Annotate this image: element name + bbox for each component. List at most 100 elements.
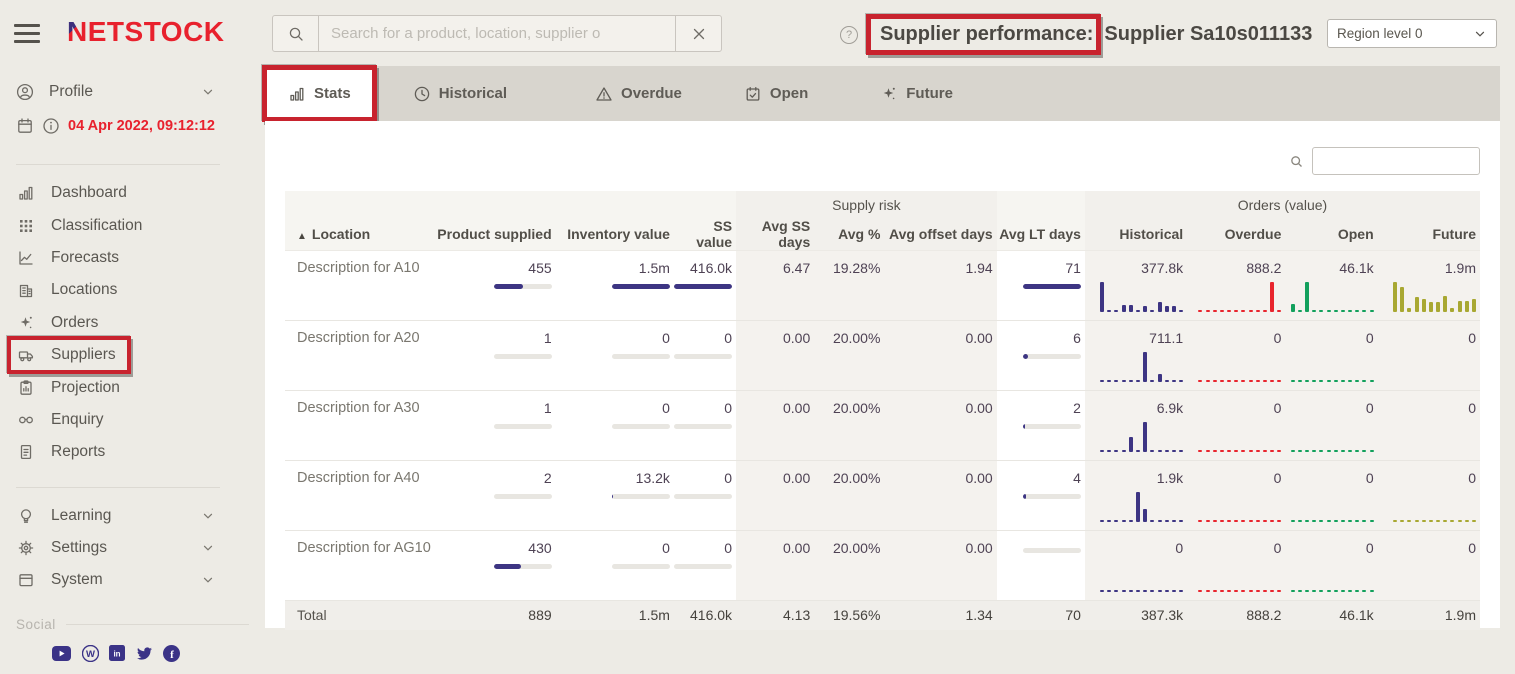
table-row[interactable]: Description for AG10430000.0020.00%0.000… (285, 531, 1480, 601)
youtube-icon[interactable] (52, 646, 71, 661)
tab-future[interactable]: Future (857, 66, 976, 121)
chevron-down-icon (201, 573, 215, 587)
column-header-label: Avg offset days (889, 226, 993, 242)
column-header-avg-ss-days[interactable]: Avg SS days (736, 218, 814, 251)
cell-value: 0 (556, 400, 674, 416)
sidebar-item-orders[interactable]: Orders (0, 307, 265, 339)
sidebar-item-enquiry[interactable]: Enquiry (0, 404, 265, 436)
progress-bar-fill (612, 494, 613, 499)
tab-overdue[interactable]: Overdue (572, 66, 705, 121)
spark-bar (1422, 299, 1426, 313)
avg-offset-days-cell: 1.94 (884, 251, 996, 321)
spark-bar (1213, 310, 1217, 312)
progress-bar (612, 424, 670, 429)
column-header-avg-lt-days[interactable]: Avg LT days (997, 218, 1085, 251)
table-row[interactable]: Description for A104551.5m416.0k6.4719.2… (285, 251, 1480, 321)
table-row[interactable]: Description for A301000.0020.00%0.0026.9… (285, 391, 1480, 461)
sidebar-item-locations[interactable]: Locations (0, 274, 265, 306)
inventory-value-cell: 0 (556, 391, 674, 461)
sidebar-divider (16, 487, 220, 488)
table-filter-input[interactable] (1312, 147, 1480, 175)
column-header-avg-[interactable]: Avg % (814, 218, 884, 251)
sidebar-item-classification[interactable]: Classification (0, 209, 265, 241)
cell-value: 6.9k (1085, 400, 1187, 416)
open-cell-sparkline (1285, 492, 1373, 522)
open-cell-sparkline (1285, 562, 1373, 592)
tab-stats[interactable]: Stats (265, 66, 374, 121)
spark-bar (1256, 380, 1260, 382)
sidebar-item-projection[interactable]: Projection (0, 371, 265, 403)
spark-bar (1305, 450, 1309, 452)
column-header-product-supplied[interactable]: Product supplied (435, 218, 555, 251)
open-cell: 0 (1285, 321, 1377, 391)
search-input[interactable] (319, 16, 675, 51)
sidebar-item-label: System (51, 571, 103, 589)
spark-bar (1122, 380, 1126, 382)
cell-value: 1.9m (1378, 260, 1480, 276)
progress-bar (494, 354, 552, 359)
spark-bar (1270, 282, 1274, 312)
twitter-icon[interactable] (136, 646, 153, 661)
tab-open[interactable]: Open (721, 66, 831, 121)
spark-bar (1241, 450, 1245, 452)
column-header-ss-value[interactable]: SS value (674, 218, 736, 251)
svg-text:W: W (86, 649, 95, 660)
spark-bar (1334, 310, 1338, 312)
linkedin-icon[interactable]: in (109, 645, 125, 661)
page-title: Supplier performance: Supplier Sa10s0111… (866, 13, 1312, 55)
table-row[interactable]: Description for A40213.2k00.0020.00%0.00… (285, 461, 1480, 531)
total-ss-value: 416.0k (674, 601, 736, 630)
spark-bar (1263, 310, 1267, 312)
sidebar-item-label: Reports (51, 443, 105, 461)
sidebar-item-system[interactable]: System (0, 564, 265, 596)
hamburger-menu-icon[interactable] (14, 24, 40, 43)
spark-bar (1198, 380, 1202, 382)
group-header-row: Supply risk Orders (value) (285, 191, 1480, 218)
spark-bar (1355, 380, 1359, 382)
cell-value: 0 (674, 540, 736, 556)
overdue-cell-sparkline (1187, 282, 1281, 312)
column-header-open[interactable]: Open (1285, 218, 1377, 251)
sidebar-item-forecasts[interactable]: Forecasts (0, 242, 265, 274)
sidebar-item-reports[interactable]: Reports (0, 436, 265, 468)
avg-pct-cell: 19.28% (814, 251, 884, 321)
column-header-location[interactable]: ▲Location (285, 218, 435, 251)
sidebar-item-learning[interactable]: Learning (0, 500, 265, 532)
help-icon[interactable]: ? (840, 26, 858, 44)
spark-bar (1407, 520, 1411, 522)
wordpress-icon[interactable]: W (82, 645, 99, 662)
spark-bar (1213, 380, 1217, 382)
tab-historical[interactable]: Historical (390, 66, 530, 121)
cell-value: 416.0k (674, 260, 736, 276)
table-row[interactable]: Description for A201000.0020.00%0.006711… (285, 321, 1480, 391)
region-level-dropdown[interactable]: Region level 0 (1327, 19, 1497, 48)
sidebar-item-settings[interactable]: Settings (0, 532, 265, 564)
column-header-future[interactable]: Future (1378, 218, 1480, 251)
column-header-inventory-value[interactable]: Inventory value (556, 218, 674, 251)
overdue-cell: 0 (1187, 531, 1285, 601)
column-header-overdue[interactable]: Overdue (1187, 218, 1285, 251)
cell-value: 0 (1378, 540, 1480, 556)
column-header-historical[interactable]: Historical (1085, 218, 1187, 251)
facebook-icon[interactable]: f (163, 645, 180, 662)
sidebar-item-suppliers[interactable]: Suppliers (0, 339, 265, 371)
spark-bar (1100, 380, 1104, 382)
sidebar-item-label: Learning (51, 507, 111, 525)
column-header-avg-offset-days[interactable]: Avg offset days (884, 218, 996, 251)
spark-bar (1143, 590, 1147, 592)
spark-bar (1312, 450, 1316, 452)
avg-pct-cell: 20.00% (814, 321, 884, 391)
search-icon[interactable] (273, 16, 319, 51)
spark-bar (1298, 450, 1302, 452)
avg-lt-days-cell: 4 (997, 461, 1085, 531)
spark-bar (1227, 590, 1231, 592)
clear-search-icon[interactable] (675, 16, 721, 51)
spark-bar (1136, 450, 1140, 452)
search-icon (1289, 154, 1304, 169)
sidebar-item-dashboard[interactable]: Dashboard (0, 177, 265, 209)
cell-value: 0 (674, 400, 736, 416)
spark-bar (1107, 590, 1111, 592)
sidebar-item-profile[interactable]: Profile (16, 78, 249, 106)
sidebar-date[interactable]: 04 Apr 2022, 09:12:12 (16, 114, 249, 138)
future-cell: 1.9m (1378, 251, 1480, 321)
